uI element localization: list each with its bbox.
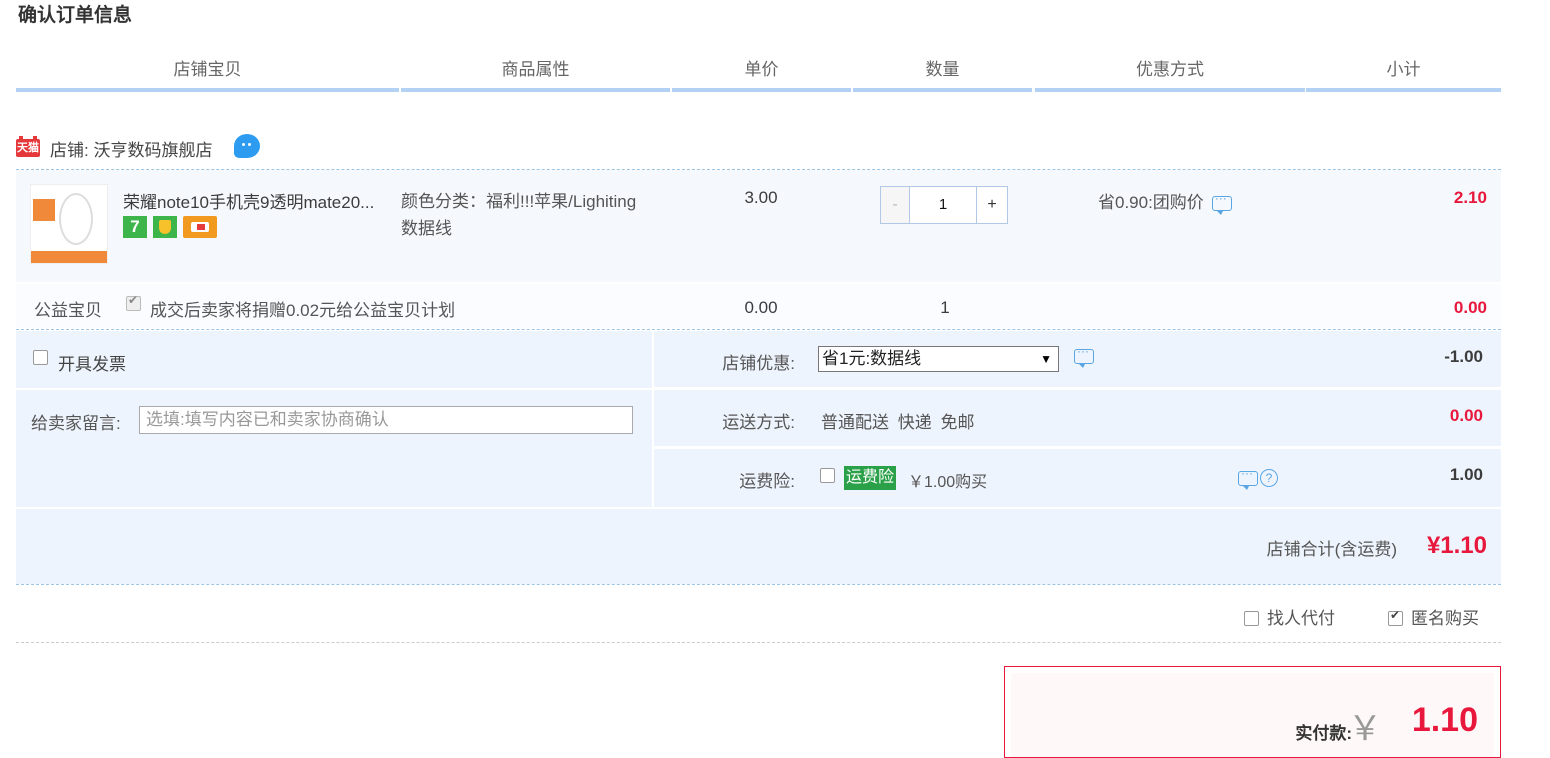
divider [16, 584, 1501, 585]
thumbnail-cable [59, 193, 93, 245]
actual-payment-value: 1.10 [1411, 701, 1478, 739]
attribute-line: 颜色分类：福利!!!苹果/Lighiting [401, 192, 637, 211]
shipping-method: 普通配送 快递 免邮 [821, 413, 975, 432]
column-header-shop-item: 店铺宝贝 [16, 56, 399, 92]
anonymous-purchase-checkbox[interactable] [1388, 608, 1403, 626]
shop-discount-value: -1.00 [1444, 347, 1483, 366]
thumbnail-tag [33, 199, 55, 221]
product-attributes: 颜色分类：福利!!!苹果/Lighiting 数据线 [401, 188, 671, 242]
proxy-pay-option[interactable]: 找人代付 [1244, 604, 1335, 629]
charity-row: 公益宝贝 成交后卖家将捐赠0.02元给公益宝贝计划 0.00 1 0.00 [16, 284, 1501, 328]
seller-message-input[interactable]: 选填:填写内容已和卖家协商确认 [139, 406, 633, 434]
divider [16, 642, 1501, 643]
discount-info: 省0.90:团购价 [1098, 188, 1232, 216]
seller-message-label: 给卖家留言: [31, 414, 121, 433]
charity-subtotal: 0.00 [1453, 298, 1487, 317]
proxy-pay-checkbox[interactable] [1244, 610, 1259, 626]
payment-summary-inner: 实付款: ￥ 1.10 [1011, 673, 1494, 757]
insurance-price: ￥1.00购买 [908, 474, 988, 491]
cart-item-row: 荣耀note10手机壳9透明mate20... 7 颜色分类：福利!!!苹果/L… [16, 170, 1501, 282]
shop-discount-label: 店铺优惠: [722, 354, 795, 373]
order-extras-panel: 开具发票 给卖家留言: 选填:填写内容已和卖家协商确认 [16, 331, 652, 507]
shop-discount-row: 店铺优惠: 省1元:数据线 ▼ -1.00 [654, 331, 1501, 387]
column-header-attributes: 商品属性 [401, 56, 670, 92]
quantity-stepper: - 1 + [880, 186, 1008, 224]
shipping-row: 运送方式: 普通配送 快递 免邮 0.00 [654, 390, 1501, 446]
invoice-label: 开具发票 [58, 355, 126, 374]
shop-discount-selected: 省1元:数据线 [822, 349, 922, 368]
attribute-line: 数据线 [401, 219, 452, 238]
consumer-protection-icon[interactable] [153, 216, 177, 238]
anonymous-purchase-label: 匿名购买 [1411, 609, 1479, 628]
insurance-detail-icon[interactable] [1238, 466, 1258, 490]
shop-total-label: 店铺合计(含运费) [1266, 540, 1397, 559]
currency-symbol: ￥ [1348, 710, 1382, 748]
charity-description: 成交后卖家将捐赠0.02元给公益宝贝计划 [150, 301, 456, 320]
charity-price: 0.00 [744, 298, 778, 317]
discount-text: 省0.90:团购价 [1098, 193, 1204, 212]
shop-total-value: ¥1.10 [1426, 532, 1487, 559]
shipping-fee: 0.00 [1449, 406, 1483, 425]
item-subtotal: 2.10 [1453, 188, 1487, 207]
discount-detail-icon[interactable] [1074, 344, 1094, 368]
product-thumbnail[interactable] [30, 184, 108, 264]
column-header-subtotal: 小计 [1306, 56, 1501, 92]
quantity-input[interactable]: 1 [910, 187, 976, 223]
quantity-increase-button[interactable]: + [976, 187, 1007, 223]
shop-total-row: 店铺合计(含运费) ¥1.10 [16, 509, 1501, 584]
invoice-row: 开具发票 [16, 331, 652, 390]
seven-day-return-icon[interactable]: 7 [123, 216, 147, 238]
wangwang-chat-icon[interactable] [234, 134, 260, 158]
dropdown-arrow-icon: ▼ [1040, 352, 1052, 366]
proxy-pay-label: 找人代付 [1267, 609, 1335, 628]
shipping-label: 运送方式: [722, 413, 795, 432]
charity-quantity: 1 [940, 298, 950, 317]
insurance-label: 运费险: [739, 472, 795, 491]
thumbnail-band [31, 251, 107, 263]
insurance-value: 1.00 [1449, 465, 1483, 484]
page-title: 确认订单信息 [18, 5, 133, 26]
order-summary-panel: 店铺优惠: 省1元:数据线 ▼ -1.00 运送方式: 普通配送 快递 免邮 0… [654, 331, 1501, 507]
payment-summary-box: 实付款: ￥ 1.10 [1004, 666, 1501, 758]
column-header-quantity: 数量 [853, 56, 1032, 92]
discount-detail-icon[interactable] [1211, 191, 1232, 216]
anonymous-purchase-option[interactable]: 匿名购买 [1388, 604, 1479, 629]
divider [16, 329, 1501, 330]
invoice-checkbox[interactable] [33, 350, 48, 365]
actual-payment-label: 实付款: [1295, 724, 1352, 743]
column-header-discount: 优惠方式 [1035, 56, 1305, 92]
charity-label: 公益宝贝 [34, 301, 102, 320]
quantity-decrease-button[interactable]: - [881, 187, 910, 223]
payment-options-row: 找人代付 匿名购买 [16, 586, 1501, 642]
table-header: 店铺宝贝 商品属性 单价 数量 优惠方式 小计 [16, 56, 1501, 92]
insurance-badge: 运费险 [844, 466, 897, 490]
unit-price: 3.00 [744, 188, 778, 207]
help-icon[interactable]: ? [1260, 469, 1278, 487]
credit-card-icon[interactable] [183, 216, 217, 238]
insurance-checkbox[interactable] [820, 468, 835, 483]
insurance-row: 运费险: 运费险 ￥1.00购买 ? 1.00 [654, 449, 1501, 507]
shop-name-link[interactable]: 店铺: 沃亨数码旗舰店 [50, 136, 212, 161]
column-header-unit-price: 单价 [672, 56, 851, 92]
shop-discount-select[interactable]: 省1元:数据线 ▼ [818, 346, 1059, 372]
charity-checkbox [126, 293, 141, 311]
tmall-icon: 天猫 [16, 136, 40, 157]
insurance-icons: ? [1238, 466, 1278, 490]
product-title-link[interactable]: 荣耀note10手机壳9透明mate20... [123, 188, 393, 213]
